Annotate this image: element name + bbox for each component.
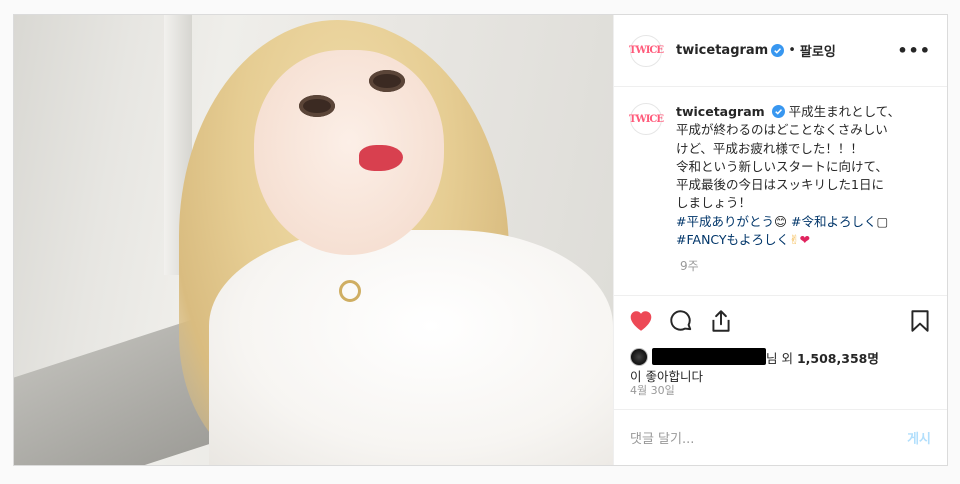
likes-summary: 님 외 1,508,358명 이 좋아합니다 — [614, 345, 947, 384]
heart-icon[interactable] — [628, 308, 654, 334]
verified-badge-icon — [771, 44, 785, 57]
caption-line: 平成生まれとして、 — [788, 104, 901, 119]
photo-eye-right — [369, 70, 405, 92]
hashtag-link[interactable]: #令和よろしく — [791, 214, 876, 229]
likes-count[interactable]: 1,508,358명 — [797, 351, 879, 366]
comment-icon[interactable] — [668, 308, 694, 334]
caption: TWICE twicetagram 平成生まれとして、 平成が終わるのはどことな… — [629, 103, 931, 249]
victory-hand-emoji-icon: ✌ — [789, 232, 800, 248]
instagram-post: TWICE twicetagram • 팔로잉 ••• TWICE twicet… — [13, 14, 948, 466]
caption-line: しましょう！ — [676, 195, 752, 211]
post-header: TWICE twicetagram • 팔로잉 ••• — [614, 15, 947, 87]
liker-avatar[interactable] — [630, 348, 648, 366]
caption-line: 平成が終わるのはどことなくさみしい — [676, 122, 888, 138]
likes-line: 님 외 1,508,358명 — [766, 348, 879, 367]
caption-avatar[interactable]: TWICE — [629, 103, 664, 135]
photo-necklace — [339, 280, 361, 302]
avatar[interactable]: TWICE — [629, 34, 664, 67]
bookmark-icon[interactable] — [907, 308, 933, 334]
heart-emoji-icon: ❤ — [799, 232, 811, 248]
caption-line: 平成最後の今日はスッキリした1日に — [676, 177, 884, 193]
caption-verified-badge-icon — [771, 105, 785, 118]
comments-area: TWICE twicetagram 平成生まれとして、 平成が終わるのはどことな… — [614, 87, 947, 295]
smile-emoji-icon: 😊 — [773, 213, 788, 229]
caption-line: けど、平成お疲れ様でした！！！ — [676, 140, 863, 156]
caption-timestamp[interactable]: 9주 — [680, 257, 931, 274]
unknown-glyph-icon: ▢ — [876, 213, 889, 229]
caption-line: 令和という新しいスタートに向けて、 — [676, 158, 888, 174]
hashtag-link[interactable]: #FANCYもよろしく — [676, 232, 789, 247]
avatar-logo: TWICE — [629, 45, 664, 56]
caption-text: twicetagram 平成生まれとして、 平成が終わるのはどことなくさみしい … — [676, 103, 916, 249]
more-options-icon[interactable]: ••• — [897, 41, 931, 60]
hashtag-link[interactable]: #平成ありがとう — [676, 214, 774, 229]
comment-input-bar: 댓글 달기... 게시 — [614, 409, 947, 465]
share-icon[interactable] — [708, 308, 734, 334]
caption-username[interactable]: twicetagram — [676, 104, 765, 119]
comment-input[interactable]: 댓글 달기... — [630, 428, 694, 447]
photo-eye-left — [299, 95, 335, 117]
redacted-username — [652, 348, 766, 365]
action-bar — [614, 295, 947, 345]
separator-dot: • — [788, 43, 796, 58]
post-sidebar: TWICE twicetagram • 팔로잉 ••• TWICE twicet… — [613, 15, 947, 465]
photo-face — [254, 50, 444, 255]
post-comment-button[interactable]: 게시 — [907, 428, 931, 447]
follow-button[interactable]: 팔로잉 — [800, 41, 836, 60]
caption-avatar-logo: TWICE — [629, 113, 664, 125]
post-photo[interactable] — [14, 15, 613, 465]
likes-line-2: 이 좋아합니다 — [630, 369, 703, 384]
likes-suffix: 님 외 — [766, 351, 797, 366]
header-username[interactable]: twicetagram — [676, 43, 768, 58]
photo-dress — [209, 230, 613, 465]
